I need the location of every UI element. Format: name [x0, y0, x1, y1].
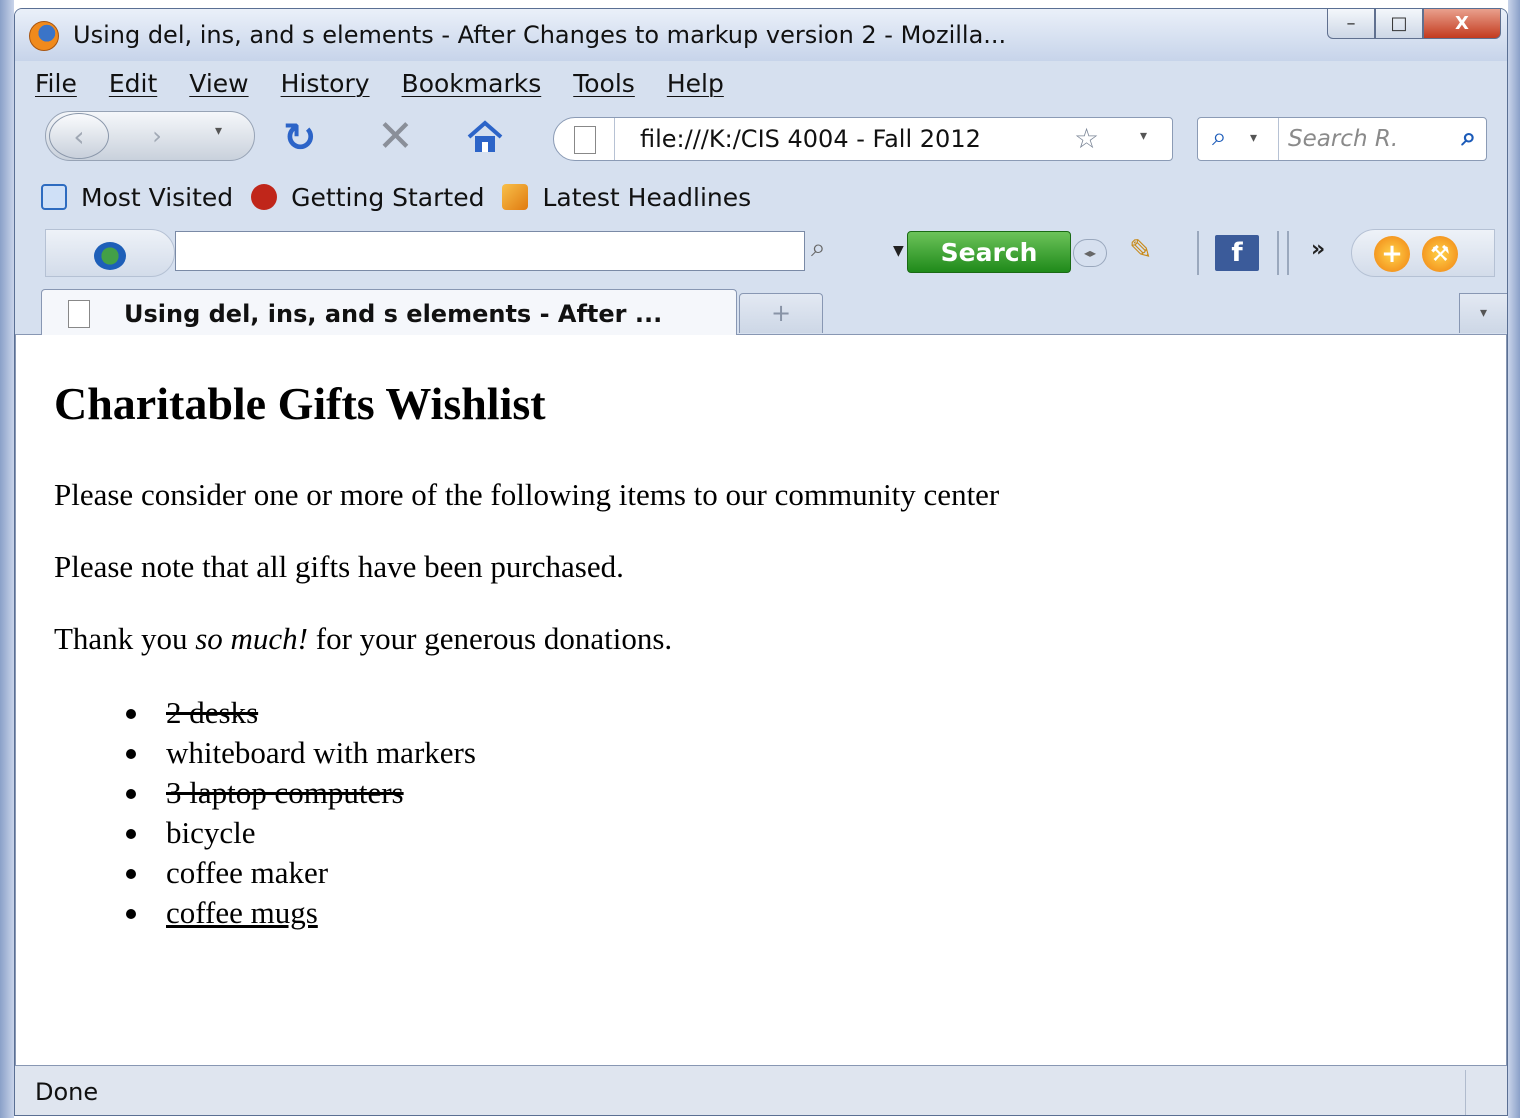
browser-window: Using del, ins, and s elements - After C…: [14, 8, 1508, 1116]
back-arrow-icon: ‹: [73, 119, 85, 153]
toolbar-separator: [1277, 231, 1279, 275]
stop-icon[interactable]: ✕: [377, 111, 414, 162]
url-dropdown-icon[interactable]: ▾: [1140, 128, 1147, 144]
navigation-toolbar: ‹ › ▾ ↻ ✕ file:///K:/CIS 4004 - Fall 201…: [15, 105, 1507, 169]
menu-file[interactable]: File: [35, 69, 77, 98]
intro-paragraph: Please consider one or more of the follo…: [54, 477, 1000, 512]
bookmark-star-icon[interactable]: ☆: [1074, 122, 1099, 155]
menu-bookmarks[interactable]: Bookmarks: [402, 69, 542, 98]
tab-active[interactable]: Using del, ins, and s elements - After .…: [41, 289, 737, 337]
back-button[interactable]: ‹: [49, 113, 109, 159]
search-box[interactable]: ⌕ ▾ Search R. ⌕: [1197, 117, 1487, 161]
rss-feed-icon: [502, 184, 529, 210]
facebook-icon[interactable]: f: [1215, 235, 1259, 271]
bookmark-folder-icon: [41, 184, 67, 210]
add-icon[interactable]: +: [1374, 236, 1410, 272]
menu-history[interactable]: History: [281, 69, 370, 98]
scroll-arrows-icon[interactable]: ◂▸: [1073, 239, 1107, 267]
tab-list-button[interactable]: ▾: [1459, 293, 1507, 333]
list-item: 2 desks: [126, 693, 476, 733]
inserted-item-text: coffee mugs: [166, 895, 318, 930]
highlighter-icon[interactable]: ✎: [1129, 233, 1152, 266]
globe-icon: [94, 242, 126, 270]
url-separator: [614, 118, 615, 160]
menu-bar: File Edit View History Bookmarks Tools H…: [15, 61, 1507, 105]
menu-view[interactable]: View: [189, 69, 248, 98]
bookmark-latest-headlines[interactable]: Latest Headlines: [502, 183, 751, 212]
bookmark-getting-started[interactable]: Getting Started: [251, 183, 484, 212]
url-text[interactable]: file:///K:/CIS 4004 - Fall 2012: [640, 125, 981, 153]
bookmark-most-visited[interactable]: Most Visited: [41, 183, 233, 212]
minimize-button[interactable]: –: [1327, 9, 1375, 39]
deleted-item-text: 2 desks: [166, 695, 259, 730]
menu-tools[interactable]: Tools: [573, 69, 635, 98]
wrench-icon[interactable]: ⚒: [1422, 236, 1458, 272]
slide-background-left: [0, 0, 14, 1118]
addon-toolbar: ⌕ ▼ Search ◂▸ ✎ f » + ⚒: [15, 225, 1507, 281]
globe-button[interactable]: [45, 229, 175, 277]
list-item: bicycle: [126, 813, 476, 853]
thank-you-paragraph: Thank you so much! for your generous don…: [54, 621, 672, 657]
toolbar-search-button[interactable]: Search: [907, 231, 1071, 273]
forward-arrow-icon: ›: [152, 122, 162, 150]
bookmarks-toolbar: Most Visited Getting Started Latest Head…: [15, 169, 1507, 225]
slide-background-right: [1508, 0, 1520, 1118]
bookmark-label: Getting Started: [291, 182, 485, 212]
list-item: coffee maker: [126, 853, 476, 893]
maximize-button[interactable]: □: [1375, 9, 1423, 39]
item-text: bicycle: [166, 815, 256, 850]
page-content: Charitable Gifts Wishlist Please conside…: [15, 335, 1507, 1065]
search-separator: [1278, 118, 1279, 160]
window-controls: – □ X: [1327, 9, 1501, 43]
history-dropdown-icon[interactable]: ▾: [215, 123, 222, 139]
chevron-down-icon: ▾: [1479, 305, 1488, 321]
list-item: 3 laptop computers: [126, 773, 476, 813]
thank-you-start: Thank you: [54, 621, 196, 656]
page-icon: [574, 126, 596, 154]
tab-strip: Using del, ins, and s elements - After .…: [15, 281, 1507, 337]
wishlist: 2 desks whiteboard with markers 3 laptop…: [126, 693, 476, 933]
status-text: Done: [35, 1078, 99, 1106]
thank-you-end: for your generous donations.: [308, 621, 673, 656]
emphasis-text: so much!: [195, 621, 308, 656]
search-engine-icon[interactable]: ⌕: [1212, 122, 1227, 153]
page-heading: Charitable Gifts Wishlist: [54, 378, 546, 429]
url-bar[interactable]: file:///K:/CIS 4004 - Fall 2012 ☆ ▾: [553, 117, 1173, 161]
item-text: whiteboard with markers: [166, 735, 476, 770]
addon-buttons-group: + ⚒: [1351, 229, 1495, 277]
home-icon[interactable]: [465, 119, 505, 155]
menu-help[interactable]: Help: [667, 69, 724, 98]
search-engine-dropdown-icon[interactable]: ▾: [1250, 130, 1257, 146]
magnifier-icon[interactable]: ⌕: [811, 233, 826, 264]
bookmark-label: Latest Headlines: [542, 182, 752, 212]
list-item: coffee mugs: [126, 893, 476, 933]
tab-label: Using del, ins, and s elements - After .…: [124, 300, 663, 328]
toolbar-separator: [1287, 231, 1289, 275]
new-tab-button[interactable]: +: [739, 293, 823, 333]
deleted-item-text: 3 laptop computers: [166, 775, 404, 810]
reload-icon[interactable]: ↻: [283, 115, 317, 161]
firefox-dino-icon: [251, 184, 278, 210]
forward-button[interactable]: ›: [123, 119, 191, 153]
search-placeholder[interactable]: Search R.: [1288, 126, 1448, 152]
list-item: whiteboard with markers: [126, 733, 476, 773]
plus-icon: +: [770, 299, 792, 327]
status-bar: Done: [15, 1065, 1507, 1115]
toolbar-separator: [1197, 231, 1199, 275]
menu-edit[interactable]: Edit: [109, 69, 157, 98]
firefox-logo-icon: [29, 21, 59, 51]
item-text: coffee maker: [166, 855, 329, 890]
bookmark-label: Most Visited: [81, 182, 234, 212]
resize-grip-icon[interactable]: [1465, 1070, 1507, 1115]
toolbar-search-input[interactable]: [175, 231, 805, 271]
close-button[interactable]: X: [1423, 9, 1501, 39]
window-title: Using del, ins, and s elements - After C…: [73, 21, 1007, 49]
overflow-chevron-icon[interactable]: »: [1311, 237, 1325, 262]
page-icon: [68, 300, 90, 328]
purchased-note-paragraph: Please note that all gifts have been pur…: [54, 549, 624, 584]
search-go-icon[interactable]: ⌕: [1461, 122, 1476, 153]
toolbar-search-dropdown-icon[interactable]: ▼: [893, 243, 904, 259]
title-bar[interactable]: Using del, ins, and s elements - After C…: [15, 9, 1507, 61]
